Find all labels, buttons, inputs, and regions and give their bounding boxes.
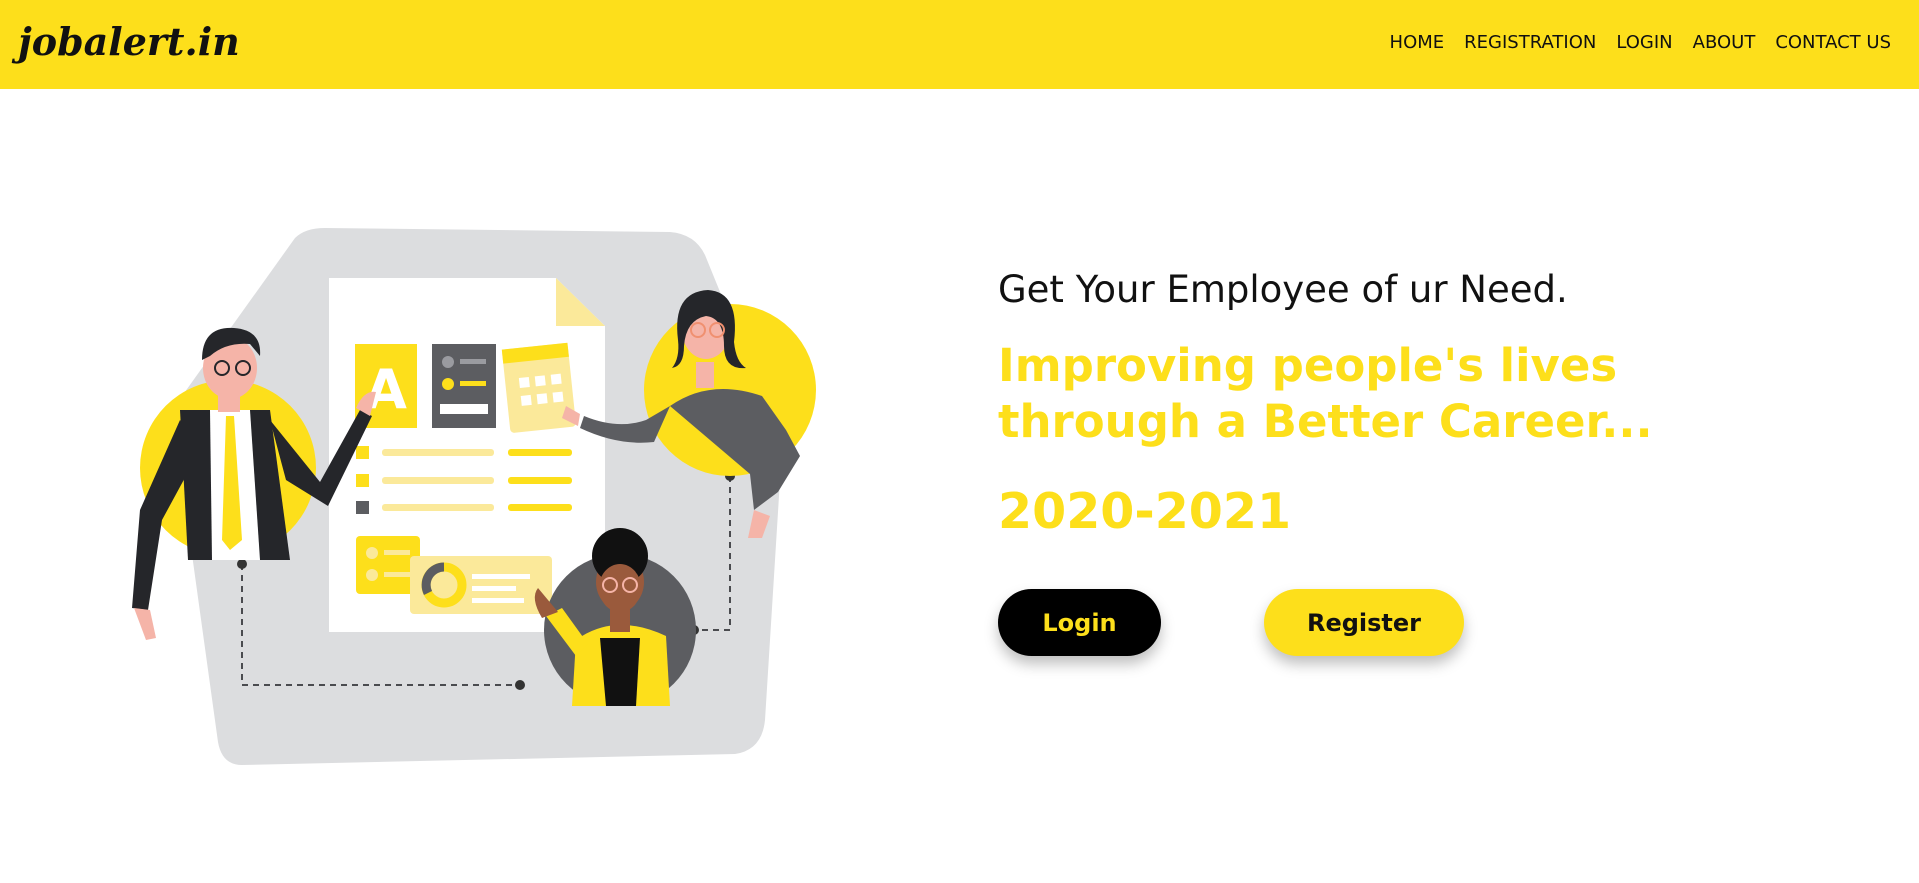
recruitment-illustration: A xyxy=(132,228,816,765)
chart-icon xyxy=(410,556,552,614)
doc-badge-letter: A xyxy=(365,358,407,421)
register-button[interactable]: Register xyxy=(1264,589,1464,656)
login-button[interactable]: Login xyxy=(998,589,1161,656)
nav-home-link[interactable]: HOME xyxy=(1390,30,1445,56)
hero-illustration: A xyxy=(110,220,850,770)
hero-headline: Improving people's lives through a Bette… xyxy=(998,339,1653,448)
hero-years: 2020-2021 xyxy=(998,483,1292,540)
nav-registration-link[interactable]: REGISTRATION xyxy=(1464,30,1596,56)
hero-buttons: Login Register xyxy=(998,589,1498,657)
hero-subheading: Get Your Employee of ur Need. xyxy=(998,268,1568,311)
nav-contact-link[interactable]: CONTACT US xyxy=(1775,30,1891,56)
nav-login-link[interactable]: LOGIN xyxy=(1616,30,1672,56)
navbar: jobalert.in HOME REGISTRATION LOGIN ABOU… xyxy=(0,0,1919,89)
calendar-icon xyxy=(501,342,576,433)
hero-section: Get Your Employee of ur Need. Improving … xyxy=(998,262,1858,542)
brand-logo[interactable]: jobalert.in xyxy=(18,16,240,68)
main-nav: HOME REGISTRATION LOGIN ABOUT CONTACT US xyxy=(1390,30,1891,56)
nav-about-link[interactable]: ABOUT xyxy=(1693,30,1756,56)
